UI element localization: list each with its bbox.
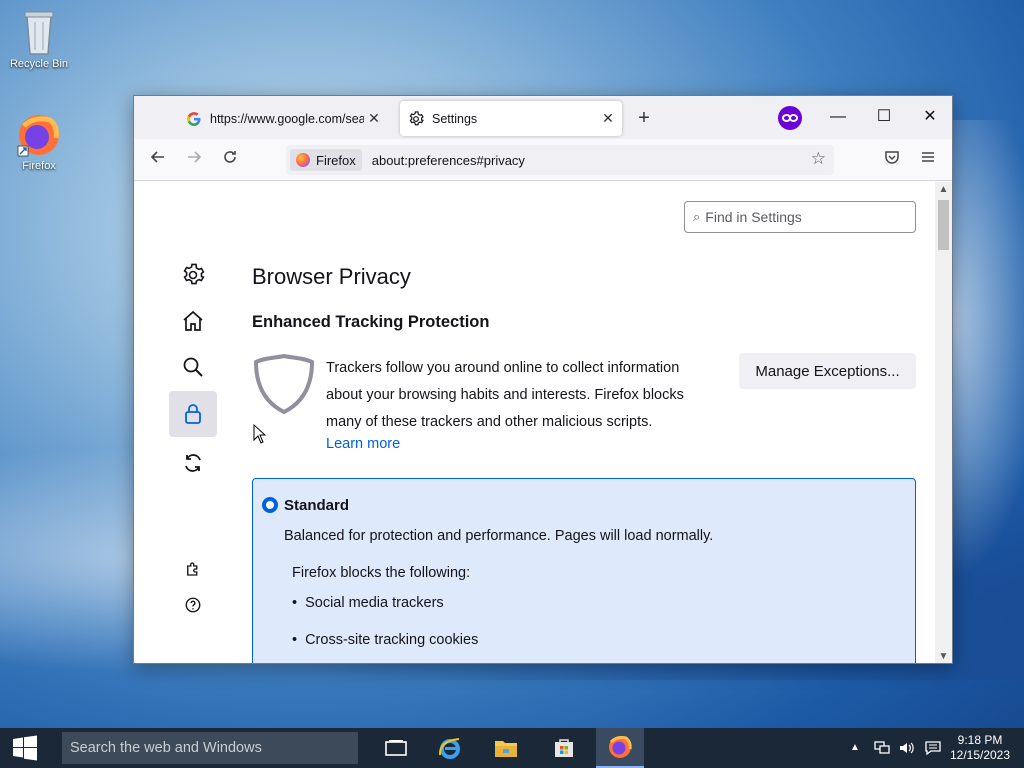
clock-time: 9:18 PM	[957, 733, 1003, 747]
store-icon	[555, 739, 573, 757]
mouse-cursor-icon	[253, 423, 267, 449]
bookmark-star-icon[interactable]: ☆	[811, 149, 826, 169]
back-button[interactable]	[144, 147, 172, 175]
lock-icon	[185, 404, 201, 424]
close-window-button[interactable]: ✕	[907, 102, 952, 132]
internet-explorer-icon	[438, 738, 460, 759]
find-in-settings-input[interactable]: ⌕ Find in Settings	[684, 201, 916, 233]
firefox-desktop-label: Firefox	[22, 160, 56, 172]
manage-exceptions-button[interactable]: Manage Exceptions...	[739, 353, 916, 389]
new-tab-button[interactable]: +	[632, 107, 656, 131]
category-search[interactable]	[169, 344, 217, 390]
store-button[interactable]	[540, 728, 588, 768]
vertical-scrollbar[interactable]: ▲ ▼	[935, 182, 952, 663]
gear-icon	[183, 263, 205, 285]
forward-button[interactable]	[180, 147, 208, 175]
close-tab-icon[interactable]: ✕	[598, 110, 618, 127]
tab-bar: https://www.google.com/search ✕ Settings…	[134, 96, 952, 139]
recycle-bin-label: Recycle Bin	[9, 58, 69, 70]
settings-page: ⌕ Find in Settings Browser Privacy Enhan…	[134, 182, 952, 663]
search-icon: ⌕	[693, 209, 701, 224]
close-tab-icon[interactable]: ✕	[364, 110, 384, 127]
firefox-window: https://www.google.com/search ✕ Settings…	[133, 95, 953, 664]
home-icon	[183, 310, 203, 331]
category-privacy[interactable]	[169, 391, 217, 437]
firefox-icon	[609, 736, 632, 758]
category-support[interactable]	[169, 582, 217, 628]
maximize-button[interactable]: ☐	[861, 102, 907, 132]
search-placeholder: Find in Settings	[705, 209, 802, 225]
scrollbar-thumb[interactable]	[938, 200, 949, 250]
identity-label: Firefox	[316, 152, 356, 168]
learn-more-link[interactable]: Learn more	[326, 436, 400, 452]
standard-protection-option[interactable]: Standard Balanced for protection and per…	[252, 478, 916, 663]
taskbar: Search the web and Windows ▲ 9:18 PM 12/…	[0, 728, 1024, 768]
blocked-item: Cross-site tracking cookies	[292, 632, 478, 648]
gear-icon	[408, 110, 424, 127]
taskbar-search-input[interactable]: Search the web and Windows	[62, 732, 358, 764]
category-home[interactable]	[169, 298, 217, 344]
standard-description: Balanced for protection and performance.…	[284, 528, 714, 544]
clock-date: 12/15/2023	[949, 748, 1011, 762]
task-view-icon	[385, 740, 407, 756]
pocket-button[interactable]	[878, 147, 906, 175]
category-sync[interactable]	[169, 440, 217, 486]
scroll-up-arrow-icon[interactable]: ▲	[935, 182, 952, 198]
windows-logo-icon	[13, 735, 37, 761]
scroll-down-arrow-icon[interactable]: ▼	[935, 649, 952, 663]
help-icon	[185, 597, 201, 613]
reload-icon	[224, 151, 236, 163]
address-bar[interactable]: Firefox about:preferences#privacy ☆	[286, 145, 834, 175]
task-view-button[interactable]	[372, 728, 420, 768]
file-explorer-button[interactable]	[482, 728, 530, 768]
app-menu-button[interactable]	[914, 147, 942, 175]
reload-button[interactable]	[216, 147, 244, 175]
tab-title: Settings	[432, 111, 478, 126]
system-clock[interactable]: 9:18 PM 12/15/2023	[945, 733, 1015, 763]
navigation-toolbar: Firefox about:preferences#privacy ☆	[134, 139, 952, 181]
etp-heading: Enhanced Tracking Protection	[252, 313, 490, 331]
page-title: Browser Privacy	[252, 264, 411, 289]
tab-title: https://www.google.com/search	[210, 111, 364, 126]
action-center-icon[interactable]	[922, 728, 944, 768]
category-general[interactable]	[169, 252, 217, 298]
url-text[interactable]: about:preferences#privacy	[372, 153, 525, 168]
forward-arrow-icon	[188, 151, 202, 163]
search-icon	[183, 357, 203, 377]
standard-radio[interactable]	[262, 497, 278, 513]
firefox-icon	[16, 112, 62, 158]
puzzle-piece-icon	[187, 562, 198, 576]
blocked-item: Social media trackers	[292, 595, 444, 611]
standard-title: Standard	[284, 497, 350, 514]
firefox-small-icon	[296, 153, 310, 167]
tab-google-search[interactable]: https://www.google.com/search ✕	[178, 101, 388, 136]
volume-icon[interactable]	[895, 728, 917, 768]
recycle-bin-icon	[21, 8, 57, 56]
sync-icon	[185, 454, 201, 472]
minimize-button[interactable]: —	[815, 102, 861, 132]
network-icon[interactable]	[870, 728, 894, 768]
start-button[interactable]	[0, 728, 50, 768]
etp-description: Trackers follow you around online to col…	[326, 360, 684, 430]
desktop-icon-firefox[interactable]: Firefox	[1, 112, 77, 172]
firefox-taskbar-button[interactable]	[596, 728, 644, 768]
tab-settings[interactable]: Settings ✕	[400, 101, 622, 136]
google-icon	[186, 111, 202, 127]
folder-icon	[495, 741, 517, 757]
desktop-icon-recycle-bin[interactable]: Recycle Bin	[1, 8, 77, 70]
show-hidden-icons-button[interactable]: ▲	[846, 728, 864, 768]
internet-explorer-button[interactable]	[426, 728, 474, 768]
identity-box[interactable]: Firefox	[290, 149, 362, 171]
back-arrow-icon	[150, 151, 164, 163]
pocket-icon	[885, 151, 899, 164]
hamburger-menu-icon	[922, 152, 934, 162]
private-browsing-icon[interactable]	[778, 106, 802, 130]
standard-blocks-heading: Firefox blocks the following:	[292, 565, 471, 581]
shield-icon	[252, 352, 316, 416]
